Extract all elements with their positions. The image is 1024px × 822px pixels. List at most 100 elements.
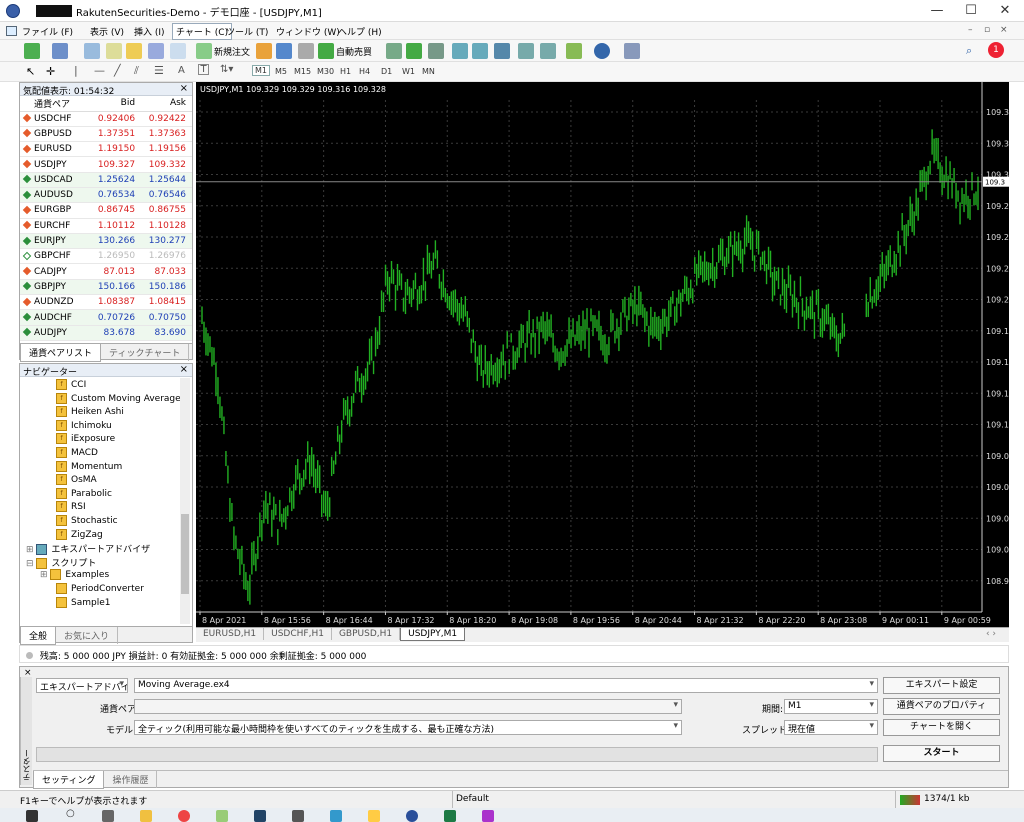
menu-file[interactable]: ファイル (F) xyxy=(22,25,73,38)
close-icon[interactable]: × xyxy=(180,364,188,375)
tf-m30[interactable]: M30 xyxy=(317,67,334,76)
menu-insert[interactable]: 挿入 (I) xyxy=(134,25,165,38)
quote-row[interactable]: EURCHF 1.10112 1.10128 xyxy=(20,218,192,234)
expert-advisors-node[interactable]: ⊞ エキスパートアドバイザ xyxy=(26,542,150,556)
quote-row[interactable]: AUDCHF 0.70726 0.70750 xyxy=(20,309,192,326)
crosshair-icon[interactable]: ✛ xyxy=(46,65,55,78)
app-icon[interactable] xyxy=(292,810,304,822)
close-icon[interactable]: × xyxy=(24,668,32,678)
navigator-icon[interactable] xyxy=(126,43,142,59)
scroll-thumb[interactable] xyxy=(181,514,189,594)
indicator-item[interactable]: f Stochastic xyxy=(56,515,118,526)
menu-window[interactable]: ウィンドウ (W) xyxy=(276,25,340,38)
tf-h1[interactable]: H1 xyxy=(340,67,351,76)
bar-chart-icon[interactable] xyxy=(386,43,402,59)
quote-row[interactable]: EURJPY 130.266 130.277 xyxy=(20,233,192,250)
app-icon[interactable] xyxy=(482,810,494,822)
expert-select[interactable]: Moving Average.ex4 ▾ xyxy=(134,678,878,693)
tester-type-select[interactable]: エキスパートアドバイザ▾ xyxy=(36,678,128,693)
quote-row[interactable]: CADJPY 87.013 87.033 xyxy=(20,263,192,280)
tab-symbols[interactable]: 通貨ペアリスト xyxy=(20,344,102,362)
app-icon[interactable] xyxy=(254,810,266,822)
line-chart-icon[interactable] xyxy=(428,43,444,59)
quote-row[interactable]: GBPUSD 1.37351 1.37363 xyxy=(20,126,192,143)
notification-badge[interactable]: 1 xyxy=(988,42,1004,58)
quote-row[interactable]: EURGBP 0.86745 0.86755 xyxy=(20,202,192,219)
tf-h4[interactable]: H4 xyxy=(359,67,370,76)
indicator-item[interactable]: f Custom Moving Averages xyxy=(56,392,185,404)
autotrade-icon[interactable] xyxy=(318,43,334,59)
meta-editor-icon[interactable] xyxy=(256,43,272,59)
navigator-scrollbar[interactable] xyxy=(180,378,190,624)
close-icon[interactable]: × xyxy=(180,83,188,94)
chrome-icon[interactable] xyxy=(178,810,190,822)
mdi-restore-icon[interactable]: ▫ xyxy=(984,25,990,35)
menu-chart[interactable]: チャート (C) xyxy=(172,23,233,40)
indicator-item[interactable]: f Momentum xyxy=(56,460,122,472)
app-icon[interactable] xyxy=(368,810,380,822)
autoscroll-icon[interactable] xyxy=(540,43,556,59)
vps-icon[interactable] xyxy=(298,43,314,59)
symbol-select[interactable]: ▾ xyxy=(134,699,682,714)
autotrade-button[interactable]: 自動売買 xyxy=(336,45,372,58)
tab-common[interactable]: 全般 xyxy=(20,627,57,645)
channel-icon[interactable]: ⫽ xyxy=(134,64,139,78)
tab-settings[interactable]: セッティング xyxy=(33,771,105,789)
fibonacci-icon[interactable]: ☰ xyxy=(154,64,164,77)
search-icon[interactable]: ○ xyxy=(66,808,78,820)
trendline-icon[interactable]: ╱ xyxy=(114,64,121,77)
quote-row[interactable]: AUDJPY 83.678 83.690 xyxy=(20,325,192,341)
price-chart[interactable]: 109.3 109.3 109.3 109.2 109.2 109.2 109.2 109.1… xyxy=(196,82,1009,627)
profiles-icon[interactable] xyxy=(52,43,68,59)
quote-row[interactable]: USDCHF 0.92406 0.92422 xyxy=(20,111,192,127)
menu-tools[interactable]: ツール (T) xyxy=(226,25,268,38)
indicator-item[interactable]: f Parabolic xyxy=(56,487,112,499)
script-item[interactable]: PeriodConverter xyxy=(56,583,144,594)
quote-row[interactable]: AUDUSD 0.76534 0.76546 xyxy=(20,187,192,204)
chart-shift-icon[interactable] xyxy=(518,43,534,59)
quote-row[interactable]: USDJPY 109.327 109.332 xyxy=(20,156,192,173)
arrows-icon[interactable]: ⇅▾ xyxy=(220,64,233,75)
tf-w1[interactable]: W1 xyxy=(402,67,415,76)
tab-favorites[interactable]: お気に入り xyxy=(56,627,119,644)
data-window-icon[interactable] xyxy=(106,43,122,59)
tf-m15[interactable]: M15 xyxy=(294,67,311,76)
minimize-button[interactable]: — xyxy=(920,0,954,22)
new-chart-icon[interactable] xyxy=(24,43,40,59)
app-icon[interactable] xyxy=(216,810,228,822)
indicator-item[interactable]: f CCI xyxy=(56,379,86,390)
vertical-line-icon[interactable]: | xyxy=(74,64,78,77)
indicators-icon[interactable] xyxy=(566,43,582,59)
tab-scroll-icon[interactable]: ‹ › xyxy=(979,628,1003,640)
search-icon[interactable]: ⌕ xyxy=(966,44,972,58)
tf-mn[interactable]: MN xyxy=(422,67,435,76)
chart-tab[interactable]: GBPUSD,H1 xyxy=(332,628,401,640)
mdi-minimize-icon[interactable]: – xyxy=(968,25,973,35)
start-icon[interactable] xyxy=(26,810,38,822)
tf-m5[interactable]: M5 xyxy=(275,67,287,76)
tile-windows-icon[interactable] xyxy=(494,43,510,59)
zoom-out-icon[interactable] xyxy=(472,43,488,59)
app-icon[interactable] xyxy=(330,810,342,822)
period-select[interactable]: M1 ▾ xyxy=(784,699,878,714)
tf-m1[interactable]: M1 xyxy=(252,65,270,76)
indicator-item[interactable]: f ZigZag xyxy=(56,528,103,540)
symbol-properties-button[interactable]: 通貨ペアのプロパティ xyxy=(883,698,1000,715)
terminal-icon[interactable] xyxy=(148,43,164,59)
new-order-button[interactable]: 新規注文 xyxy=(214,45,250,58)
horizontal-line-icon[interactable]: — xyxy=(94,64,105,77)
candlestick-icon[interactable] xyxy=(406,43,422,59)
tester-icon[interactable] xyxy=(170,43,186,59)
periods-icon[interactable] xyxy=(594,43,610,59)
col-symbol[interactable]: 通貨ペア xyxy=(20,96,91,112)
mdi-close-icon[interactable]: × xyxy=(1000,25,1008,35)
tab-journal[interactable]: 操作履歴 xyxy=(104,771,158,788)
open-chart-button[interactable]: チャートを開く xyxy=(883,719,1000,736)
close-button[interactable]: ✕ xyxy=(988,0,1022,22)
script-item[interactable]: ⊞ Examples xyxy=(40,569,109,581)
quote-row[interactable]: GBPCHF 1.26950 1.26976 xyxy=(20,248,192,265)
chart-canvas[interactable]: 109.3 109.3 109.3 109.2 109.2 109.2 109.2 109.1… xyxy=(196,82,1009,627)
spread-select[interactable]: 現在値 ▾ xyxy=(784,720,878,735)
tf-d1[interactable]: D1 xyxy=(381,67,392,76)
col-ask[interactable]: Ask xyxy=(141,96,192,112)
